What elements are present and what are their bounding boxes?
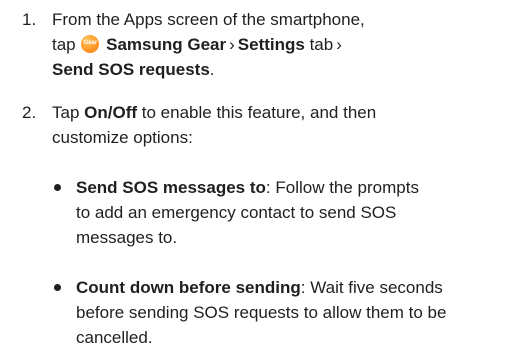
step-1-text: From the Apps screen of the smartphone, … [52, 7, 512, 82]
step-2-line-1-rest: to enable this feature, and then [141, 103, 377, 122]
send-sos-requests-setting: Send SOS requests [52, 60, 210, 79]
count-down-before-sending-term: Count down before sending [76, 278, 301, 297]
bullet-1-line-3: messages to. [76, 228, 178, 247]
step-1-number: 1. [22, 10, 37, 29]
on-off-toggle-name: On/Off [84, 103, 138, 122]
step-1: 1. From the Apps screen of the smartphon… [22, 7, 512, 82]
bullet-count-down-before-sending: Count down before sending: Wait five sec… [54, 275, 524, 350]
bullet-2-line-2: before sending SOS requests to allow the… [76, 303, 447, 322]
settings-tab-name: Settings [237, 35, 305, 54]
samsung-gear-app-name: Samsung Gear [106, 35, 227, 54]
step-1-period: . [209, 60, 215, 79]
chevron-right-icon: › [229, 35, 235, 54]
bullet-icon [54, 184, 61, 191]
bullet-1-line-1-rest: : Follow the prompts [265, 178, 419, 197]
step-2-line-2: customize options: [52, 128, 193, 147]
bullet-2-line-3: cancelled. [76, 328, 153, 347]
bullet-1-text: Send SOS messages to: Follow the prompts… [76, 175, 524, 250]
gear-icon-label: Gear [83, 40, 98, 46]
samsung-gear-app-icon: Gear [81, 35, 100, 53]
step-1-tap-word: tap [52, 35, 76, 54]
tab-word: tab [309, 35, 334, 54]
bullet-2-line-1-rest: : Wait five seconds [300, 278, 443, 297]
bullet-1-line-1: Send SOS messages to: Follow the prompts [76, 175, 524, 200]
instruction-document: 1. From the Apps screen of the smartphon… [0, 0, 528, 361]
bullet-send-sos-messages-to: Send SOS messages to: Follow the prompts… [54, 175, 524, 250]
step-2-line-1: Tap On/Off to enable this feature, and t… [52, 100, 512, 125]
bullet-1-line-2: to add an emergency contact to send SOS [76, 203, 397, 222]
send-sos-messages-to-term: Send SOS messages to [76, 178, 266, 197]
step-1-line-3: Send SOS requests. [52, 57, 512, 82]
step-1-line-1: From the Apps screen of the smartphone, [52, 10, 365, 29]
chevron-right-icon: › [336, 35, 342, 54]
step-2: 2. Tap On/Off to enable this feature, an… [22, 100, 512, 150]
bullet-2-text: Count down before sending: Wait five sec… [76, 275, 524, 350]
step-2-text: Tap On/Off to enable this feature, and t… [52, 100, 512, 150]
bullet-icon [54, 284, 61, 291]
step-1-line-2: tap Gear Samsung Gear › Settings tab › [52, 32, 512, 57]
step-2-number: 2. [22, 103, 37, 122]
bullet-2-line-1: Count down before sending: Wait five sec… [76, 275, 524, 300]
step-2-tap-word: Tap [52, 103, 80, 122]
